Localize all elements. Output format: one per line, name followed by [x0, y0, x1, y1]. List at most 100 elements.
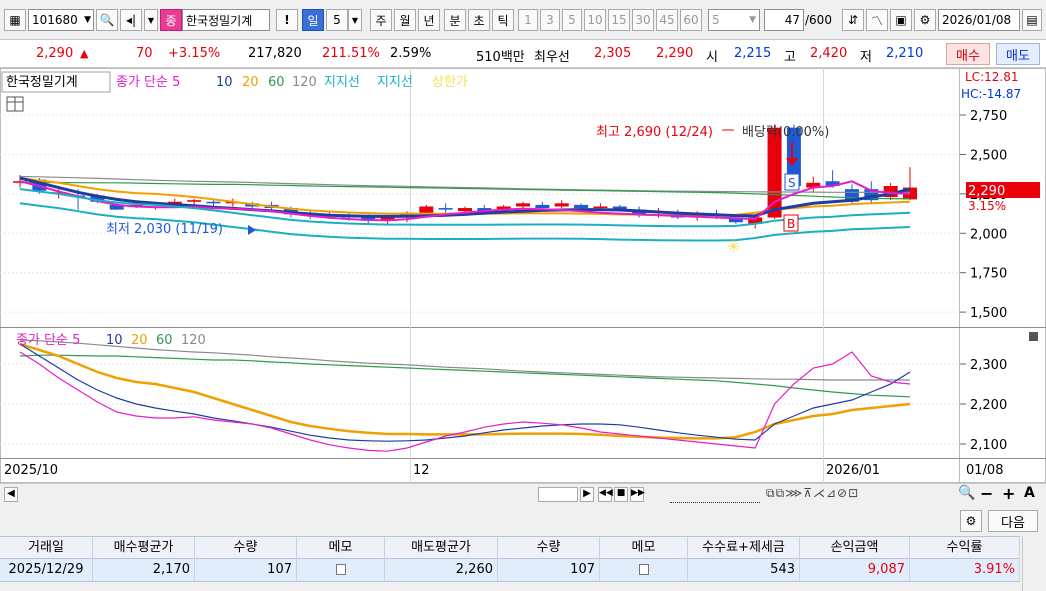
legend-ma5[interactable]: 종가 단순 5: [116, 75, 180, 90]
sub-ma20-line: [19, 342, 911, 440]
period-week-button[interactable]: 주: [370, 9, 392, 31]
gear-icon[interactable]: ⚙: [914, 9, 936, 31]
alert-button[interactable]: !: [276, 9, 298, 31]
compare-icon[interactable]: ⇵: [842, 9, 864, 31]
zoom-icon[interactable]: 🔍: [958, 485, 975, 501]
main-y-ticks: 1,5001,7502,0002,2502,5002,750: [960, 109, 1007, 321]
legend-stock-name: 한국정밀기계: [6, 75, 78, 90]
chart-scroll-bar: ◀ ▶ ◀◀ ■ ▶▶ ⧉⧉⋙⊼⋌⊿⊘⊡ 🔍 − + A: [0, 483, 1046, 505]
scroll-left-icon[interactable]: ◀: [4, 487, 18, 502]
trade-amount: 510백만: [476, 50, 525, 65]
minute-1-button[interactable]: 1: [518, 9, 538, 31]
zoom-in-icon[interactable]: +: [1002, 484, 1015, 503]
minute-45-button[interactable]: 45: [656, 9, 678, 31]
hc-label: HC:-14.87: [961, 87, 1021, 101]
upper-limit-star-icon: ✳: [727, 237, 740, 256]
minute-10-button[interactable]: 10: [584, 9, 606, 31]
sub-ma120-line: [19, 339, 910, 381]
speed-slider[interactable]: [670, 486, 760, 503]
chart-area[interactable]: LC:12.81 HC:-14.87 1,5001,7502,0002,2502…: [0, 68, 1046, 483]
minute-5-button[interactable]: 5: [562, 9, 582, 31]
minute-60-button[interactable]: 60: [680, 9, 702, 31]
chevron-down-icon[interactable]: ▼: [144, 9, 158, 31]
period-second-button[interactable]: 초: [468, 9, 490, 31]
memo-icon[interactable]: [335, 564, 346, 575]
low-annotation: 최저 2,030 (11/19): [106, 222, 223, 237]
cell-trade-date: 2025/12/29: [0, 559, 93, 581]
save-icon[interactable]: ▣: [890, 9, 912, 31]
sub-ma10-line: [19, 343, 911, 442]
buy-button[interactable]: 매수: [946, 43, 990, 65]
priority-label: 최우선: [534, 50, 570, 65]
sub-tick-label: 2,100: [970, 438, 1007, 453]
volume-ratio: 211.51%: [322, 46, 380, 61]
date-field[interactable]: 2026/01/08: [938, 9, 1020, 31]
chevron-down-icon: ▼: [749, 15, 756, 25]
table-row[interactable]: 2025/12/29 2,170 107 2,260 107 543 9,087…: [0, 559, 1020, 582]
sound-icon[interactable]: ◂|: [120, 9, 142, 31]
candle-body: [458, 208, 472, 212]
sub-legend-ma120[interactable]: 120: [181, 333, 206, 348]
legend-upper-limit[interactable]: 상한가: [432, 75, 468, 90]
chevron-down-icon[interactable]: ▼: [348, 9, 362, 31]
chart-menu-icon[interactable]: ▦: [4, 9, 26, 31]
stop-icon[interactable]: ■: [614, 487, 628, 502]
zoom-out-icon[interactable]: −: [980, 484, 993, 503]
period-minute-button[interactable]: 분: [444, 9, 466, 31]
candle-body: [535, 204, 550, 209]
calendar-icon[interactable]: ▤: [1022, 9, 1042, 31]
cell-buy-memo[interactable]: [297, 559, 385, 581]
legend-ma120[interactable]: 120: [292, 75, 317, 90]
dividend-annotation: 배당락(0.00%): [742, 125, 829, 140]
trend-icon[interactable]: 〽: [866, 9, 888, 31]
minute-15-button[interactable]: 15: [608, 9, 630, 31]
sub-ma60-line: [19, 354, 911, 398]
period-day-button[interactable]: 일: [302, 9, 324, 31]
sell-button[interactable]: 매도: [996, 43, 1040, 65]
sub-legend-ma20[interactable]: 20: [131, 333, 148, 348]
minute-custom-select[interactable]: 5 ▼: [708, 9, 760, 31]
period-count-select[interactable]: 5: [326, 9, 348, 31]
fast-forward-icon[interactable]: ▶▶: [630, 487, 645, 502]
minute-30-button[interactable]: 30: [632, 9, 654, 31]
settings-gear-icon[interactable]: ⚙: [960, 510, 982, 532]
period-year-button[interactable]: 년: [418, 9, 440, 31]
stock-code-field[interactable]: 101680 ▼: [28, 9, 94, 31]
x-label-2025-10: 2025/10: [4, 463, 58, 478]
change-percent: +3.15%: [168, 46, 221, 61]
scrollbar-thumb[interactable]: [538, 487, 578, 502]
legend-support2[interactable]: 지지선: [377, 75, 413, 90]
sub-tick-label: 2,200: [970, 398, 1007, 413]
cell-return: 3.91%: [910, 559, 1020, 581]
legend-support1[interactable]: 지지선: [324, 75, 360, 90]
legend-ma20[interactable]: 20: [242, 75, 259, 90]
drawing-tools-icon[interactable]: ⧉⧉⋙⊼⋌⊿⊘⊡: [766, 486, 859, 501]
font-size-icon[interactable]: A: [1024, 485, 1035, 501]
sell-signal-text: S: [788, 176, 796, 190]
table-scrollbar[interactable]: [1022, 536, 1040, 591]
candle-body: [438, 208, 453, 210]
cell-sell-memo[interactable]: [600, 559, 688, 581]
rewind-icon[interactable]: ◀◀: [598, 487, 613, 502]
memo-icon[interactable]: [638, 564, 649, 575]
next-button[interactable]: 다음: [988, 510, 1038, 532]
stock-name-field[interactable]: 한국정밀기계: [182, 9, 270, 31]
scroll-right-icon[interactable]: ▶: [580, 487, 594, 502]
open-price: 2,215: [734, 46, 772, 61]
bid-price: 2,290: [656, 46, 694, 61]
sub-legend-ma10[interactable]: 10: [106, 333, 123, 348]
legend-ma60[interactable]: 60: [268, 75, 285, 90]
legend-ma10[interactable]: 10: [216, 75, 233, 90]
period-month-button[interactable]: 월: [394, 9, 416, 31]
pane-close-icon[interactable]: [1029, 332, 1038, 341]
x-label-12: 12: [413, 463, 430, 478]
bar-count-input[interactable]: 47: [764, 9, 804, 31]
sub-legend-ma5[interactable]: 종가 단순 5: [16, 333, 80, 348]
candle-body: [767, 127, 782, 218]
period-tick-button[interactable]: 틱: [492, 9, 514, 31]
chart-frame: [0, 68, 1046, 483]
search-icon[interactable]: 🔍: [96, 9, 118, 31]
minute-3-button[interactable]: 3: [540, 9, 560, 31]
x-label-01-08: 01/08: [966, 463, 1003, 478]
sub-legend-ma60[interactable]: 60: [156, 333, 173, 348]
